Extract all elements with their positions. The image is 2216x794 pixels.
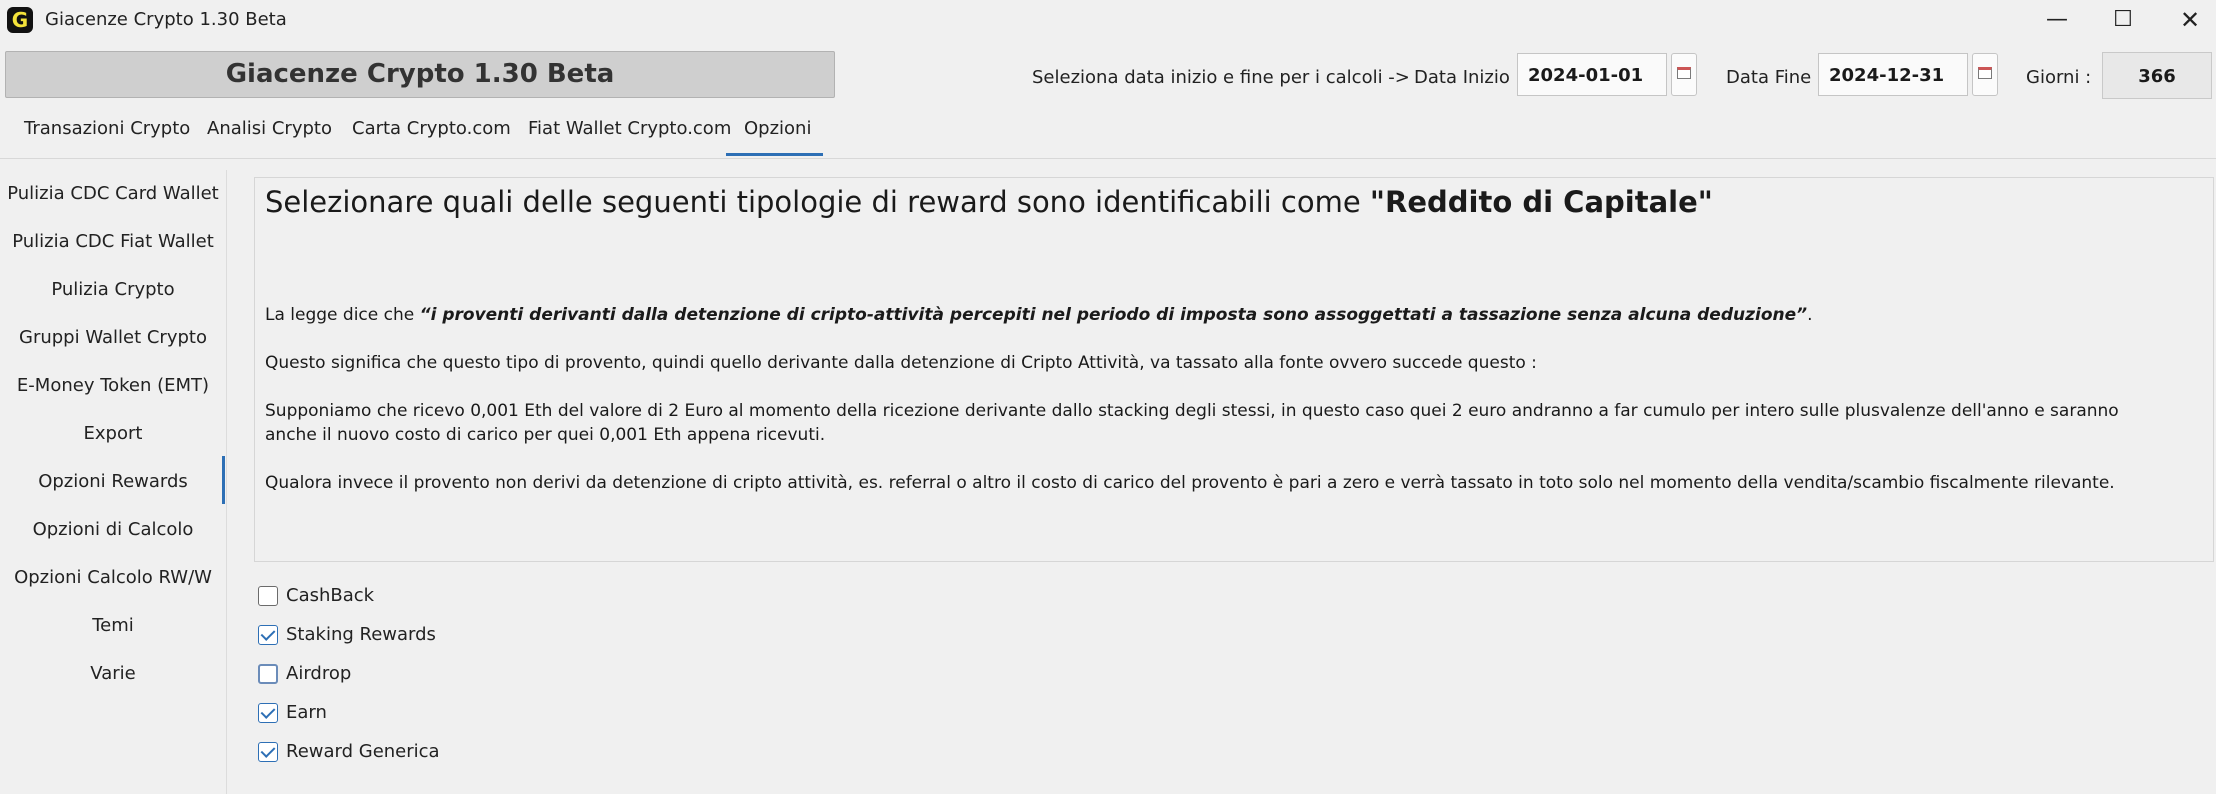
end-date-picker-button[interactable] [1972, 53, 1998, 96]
law-paragraph: La legge dice che “i proventi derivanti … [265, 303, 2165, 327]
sidebar-item-pulizia-cdc-fiat[interactable]: Pulizia CDC Fiat Wallet [0, 218, 226, 266]
law-suffix: . [1807, 305, 1813, 325]
law-intro: La legge dice che [265, 305, 420, 325]
staking-rewards-checkbox[interactable] [258, 625, 278, 645]
tabs-divider [0, 158, 2216, 159]
sidebar-item-opzioni-rewards[interactable]: Opzioni Rewards [0, 458, 226, 506]
sidebar-divider [226, 170, 227, 794]
heading-text: Selezionare quali delle seguenti tipolog… [265, 185, 1370, 219]
app-title-banner: Giacenze Crypto 1.30 Beta [5, 51, 835, 98]
example-paragraph: Supponiamo che ricevo 0,001 Eth del valo… [265, 401, 2119, 445]
sidebar-item-opzioni-calcolo-rww[interactable]: Opzioni Calcolo RW/W [0, 554, 226, 602]
sidebar-item-gruppi-wallet[interactable]: Gruppi Wallet Crypto [0, 314, 226, 362]
reward-generica-checkbox[interactable] [258, 742, 278, 762]
end-date-field[interactable]: 2024-12-31 [1818, 53, 1968, 96]
title-bar: G Giacenze Crypto 1.30 Beta — ☐ ✕ [0, 0, 2216, 42]
app-logo-icon: G [7, 7, 33, 33]
sidebar-item-pulizia-crypto[interactable]: Pulizia Crypto [0, 266, 226, 314]
sidebar-item-opzioni-calcolo[interactable]: Opzioni di Calcolo [0, 506, 226, 554]
reward-info-panel: Selezionare quali delle seguenti tipolog… [254, 177, 2214, 562]
law-quote: “i proventi derivanti dalla detenzione d… [419, 305, 1808, 325]
meaning-paragraph: Questo significa che questo tipo di prov… [265, 353, 1537, 373]
window-title: Giacenze Crypto 1.30 Beta [45, 9, 287, 30]
days-label: Giorni : [2026, 67, 2092, 88]
staking-rewards-label: Staking Rewards [286, 624, 436, 645]
sidebar-item-pulizia-cdc-card[interactable]: Pulizia CDC Card Wallet [0, 170, 226, 218]
airdrop-checkbox[interactable] [258, 664, 278, 684]
earn-checkbox[interactable] [258, 703, 278, 723]
start-date-label: Data Inizio : [1414, 67, 1522, 88]
active-tab-indicator [726, 153, 823, 156]
tab-carta-crypto-com[interactable]: Carta Crypto.com [352, 118, 511, 139]
heading-emphasis: "Reddito di Capitale" [1369, 185, 1713, 219]
sidebar-item-temi[interactable]: Temi [0, 602, 226, 650]
close-button[interactable]: ✕ [2157, 0, 2216, 40]
sidebar-item-export[interactable]: Export [0, 410, 226, 458]
tab-analisi-crypto[interactable]: Analisi Crypto [207, 118, 332, 139]
tab-transazioni-crypto[interactable]: Transazioni Crypto [24, 118, 190, 139]
minimize-button[interactable]: — [2024, 0, 2090, 40]
active-sidebar-indicator [222, 456, 225, 504]
tab-opzioni[interactable]: Opzioni [744, 118, 811, 139]
airdrop-label: Airdrop [286, 663, 352, 684]
date-range-hint: Seleziona data inizio e fine per i calco… [1032, 67, 1410, 88]
end-date-label: Data Fine : [1726, 67, 1824, 88]
start-date-field[interactable]: 2024-01-01 [1517, 53, 1667, 96]
days-count-field: 366 [2102, 52, 2212, 99]
calendar-icon [1978, 67, 1992, 79]
maximize-button[interactable]: ☐ [2090, 0, 2156, 40]
exception-paragraph: Qualora invece il provento non derivi da… [265, 473, 2115, 493]
tab-fiat-wallet[interactable]: Fiat Wallet Crypto.com [528, 118, 731, 139]
sidebar-item-varie[interactable]: Varie [0, 650, 226, 698]
start-date-picker-button[interactable] [1671, 53, 1697, 96]
reward-generica-label: Reward Generica [286, 741, 440, 762]
cashback-label: CashBack [286, 585, 375, 606]
sidebar-item-emt[interactable]: E-Money Token (EMT) [0, 362, 226, 410]
cashback-checkbox[interactable] [258, 586, 278, 606]
panel-heading: Selezionare quali delle seguenti tipolog… [265, 185, 1713, 219]
earn-label: Earn [286, 702, 327, 723]
calendar-icon [1677, 67, 1691, 79]
